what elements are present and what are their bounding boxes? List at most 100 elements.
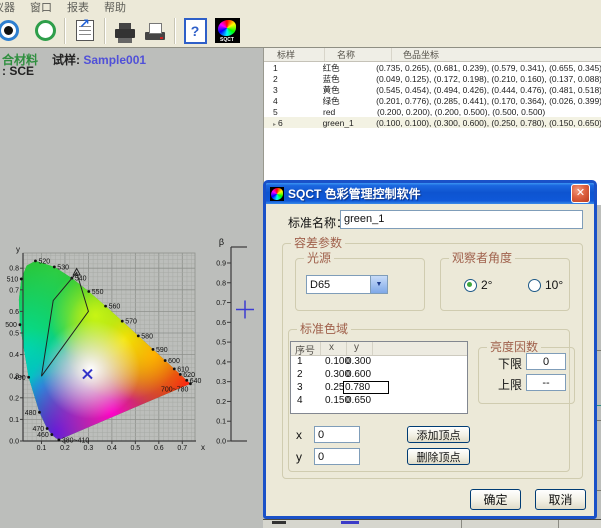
upper-limit-label: 上限 — [498, 376, 522, 393]
vertex-row[interactable]: 30.2500.780 — [291, 382, 467, 395]
upper-limit-input[interactable]: -- — [526, 374, 566, 391]
table-row[interactable]: 3黄色(0.545, 0.454), (0.494, 0.426), (0.44… — [264, 84, 601, 95]
lower-limit-input[interactable]: 0 — [526, 353, 566, 370]
svg-text:600: 600 — [168, 358, 180, 365]
svg-text:0.0: 0.0 — [216, 439, 226, 446]
svg-text:550: 550 — [92, 289, 104, 296]
table-row[interactable]: 1红色(0.735, 0.265), (0.681, 0.239), (0.57… — [264, 62, 601, 73]
toolbar-separator — [104, 18, 106, 44]
background-gridline — [597, 350, 601, 351]
svg-text:480: 480 — [25, 410, 37, 417]
svg-text:570: 570 — [125, 319, 137, 326]
sci-measure-button[interactable] — [0, 17, 30, 45]
svg-text:0.5: 0.5 — [216, 340, 226, 347]
sce-measure-button[interactable] — [30, 17, 60, 45]
svg-text:0.0: 0.0 — [9, 439, 19, 446]
vertex-row[interactable]: 10.1000.300 — [291, 356, 467, 369]
svg-text:700~780: 700~780 — [161, 387, 189, 394]
menu-item[interactable]: 窗口 — [30, 0, 52, 15]
table-row[interactable]: 5red(0.200, 0.200), (0.200, 0.500), (0.5… — [264, 106, 601, 117]
column-header — [373, 342, 467, 355]
lower-limit-label: 下限 — [498, 355, 522, 372]
chromaticity-diagram[interactable]: 0.10.20.30.40.50.60.70.00.10.20.30.40.50… — [0, 48, 263, 528]
light-source-select[interactable]: D65 ▼ — [306, 275, 388, 294]
vertex-table-body: 10.1000.30020.3000.60030.2500.78040.1500… — [291, 356, 467, 408]
sce-measure-icon — [35, 20, 56, 41]
toolbar: ↗ ? SQCT — [0, 14, 601, 48]
background-gridline — [597, 490, 601, 491]
svg-text:0.2: 0.2 — [216, 399, 226, 406]
svg-text:0.4: 0.4 — [9, 352, 19, 359]
menu-item[interactable]: 仪器 — [0, 0, 15, 15]
chevron-down-icon[interactable]: ▼ — [370, 276, 387, 293]
table-row[interactable]: 4绿色(0.201, 0.776), (0.285, 0.441), (0.17… — [264, 95, 601, 106]
menu-item[interactable]: 帮助 — [104, 0, 126, 15]
cancel-button[interactable]: 取消 — [535, 489, 586, 510]
sqct-logo-icon: SQCT — [215, 18, 240, 43]
svg-text:0.2: 0.2 — [9, 395, 19, 402]
close-icon: ✕ — [576, 188, 585, 199]
help-icon: ? — [184, 18, 207, 44]
column-header[interactable]: 色品坐标 — [392, 48, 601, 61]
vertex-row[interactable]: 40.1500.650 — [291, 395, 467, 408]
background-table-strip — [263, 519, 601, 528]
column-header[interactable]: x — [321, 342, 347, 355]
sqct-button[interactable]: SQCT — [210, 17, 244, 45]
toolbar-separator — [174, 18, 176, 44]
observer-angle-label: 观察者角度 — [449, 251, 515, 265]
observer-10deg-label: 10° — [545, 278, 563, 292]
tolerance-group-label: 容差参数 — [291, 236, 345, 250]
vertex-edit-cell: 0.780 — [343, 381, 389, 394]
svg-text:0.3: 0.3 — [84, 445, 94, 452]
report-export-button[interactable]: ↗ — [70, 17, 100, 45]
svg-text:0.9: 0.9 — [216, 260, 226, 267]
vertex-table[interactable]: 序号 x y 10.1000.30020.3000.60030.2500.780… — [290, 341, 468, 414]
vertex-x-input[interactable]: 0 — [314, 426, 360, 443]
observer-10deg-radio[interactable]: 10° — [528, 278, 563, 292]
svg-text:0.8: 0.8 — [216, 280, 226, 287]
standard-name-input[interactable]: green_1 — [340, 210, 583, 229]
column-header[interactable]: 序号 — [291, 342, 321, 355]
menu-item[interactable]: 报表 — [67, 0, 89, 15]
help-button[interactable]: ? — [180, 17, 210, 45]
column-header[interactable]: y — [347, 342, 373, 355]
svg-text:510: 510 — [7, 276, 19, 283]
svg-text:0.4: 0.4 — [216, 359, 226, 366]
print-button[interactable] — [110, 17, 140, 45]
svg-text:0.5: 0.5 — [130, 445, 140, 452]
svg-text:0.5: 0.5 — [9, 331, 19, 338]
vertex-y-input[interactable]: 0 — [314, 448, 360, 465]
table-row[interactable]: ▸6green_1(0.100, 0.100), (0.300, 0.600),… — [264, 117, 601, 128]
svg-text:0.2: 0.2 — [60, 445, 70, 452]
svg-text:0.7: 0.7 — [216, 300, 226, 307]
standard-edit-dialog: SQCT 色彩管理控制软件 ✕ 标准名称： green_1 容差参数 光源 D6… — [263, 180, 597, 519]
svg-text:0.7: 0.7 — [177, 445, 187, 452]
standard-name-label: 标准名称： — [288, 214, 348, 231]
standards-table-body: 1红色(0.735, 0.265), (0.681, 0.239), (0.57… — [264, 62, 601, 128]
svg-text:0.6: 0.6 — [216, 320, 226, 327]
svg-text:520: 520 — [38, 258, 50, 265]
ok-button[interactable]: 确定 — [470, 489, 521, 510]
close-button[interactable]: ✕ — [571, 184, 590, 203]
column-header[interactable]: 标样 — [264, 48, 325, 61]
application-window: { "menu": {"items": ["仪器", "窗口", "报表", "… — [0, 0, 601, 528]
column-header[interactable]: 名称 — [325, 48, 392, 61]
svg-text:540: 540 — [75, 276, 87, 283]
vertex-y-label: y — [296, 450, 302, 464]
menu-bar: 仪器窗口报表帮助 — [0, 0, 601, 14]
light-source-value: D65 — [307, 279, 370, 291]
vertex-y-cell: 0.300 — [346, 356, 371, 367]
svg-text:0.6: 0.6 — [154, 445, 164, 452]
svg-text:560: 560 — [109, 304, 121, 311]
gamut-group-label: 标准色域 — [297, 322, 351, 336]
vertex-y-cell: 0.650 — [346, 395, 371, 406]
add-vertex-button[interactable]: 添加顶点 — [407, 426, 470, 443]
sci-measure-icon — [0, 20, 19, 41]
background-gridline — [597, 405, 601, 406]
delete-vertex-button[interactable]: 删除顶点 — [407, 448, 470, 465]
print-preview-button[interactable] — [140, 17, 170, 45]
table-row[interactable]: 2蓝色(0.049, 0.125), (0.172, 0.198), (0.21… — [264, 73, 601, 84]
vertex-table-header: 序号 x y — [291, 342, 467, 356]
dialog-title-bar[interactable]: SQCT 色彩管理控制软件 ✕ — [266, 183, 594, 204]
observer-2deg-radio[interactable]: 2° — [464, 278, 492, 292]
